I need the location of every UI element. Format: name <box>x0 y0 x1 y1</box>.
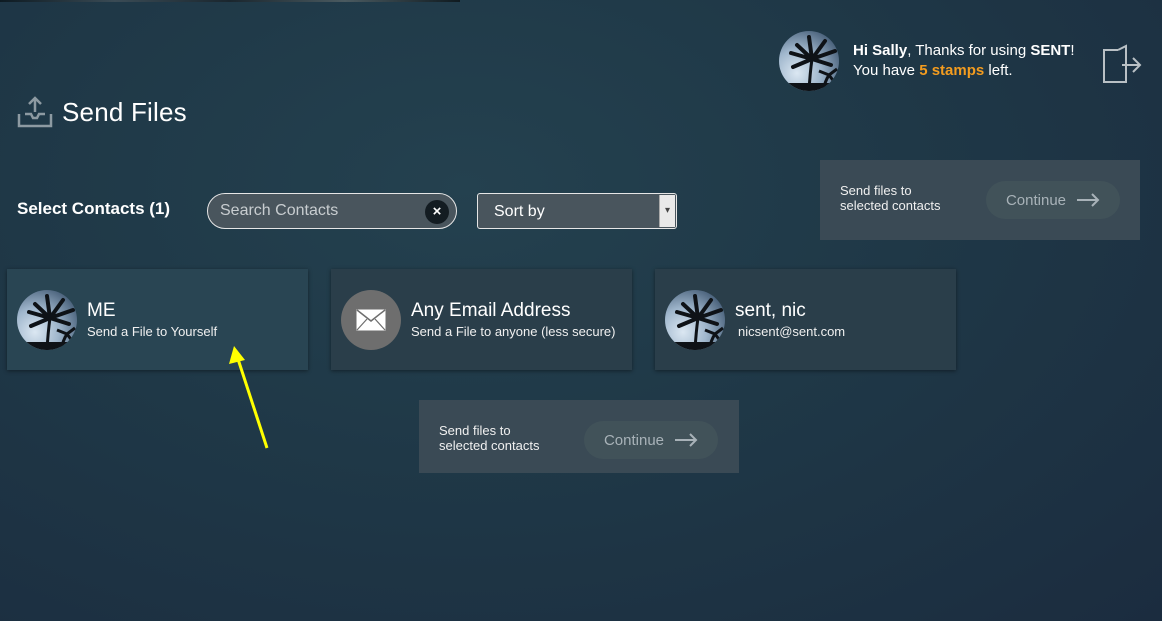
greeting-line-1: Hi Sally, Thanks for using SENT! <box>853 41 1075 61</box>
contact-subtitle: Send a File to Yourself <box>87 324 218 339</box>
greeting-text: Hi Sally, Thanks for using SENT! You hav… <box>853 41 1075 81</box>
continue-button[interactable]: Continue <box>584 421 718 459</box>
clear-search-icon[interactable]: × <box>425 200 449 224</box>
send-panel-line-2: selected contacts <box>840 198 941 213</box>
contact-card-nic[interactable]: sent, nic nicsent@sent.com <box>655 269 956 370</box>
annotation-arrow <box>229 346 269 449</box>
brand-name: SENT <box>1030 42 1071 59</box>
send-panel-line-2: selected contacts <box>439 438 540 453</box>
contact-info: ME Send a File to Yourself <box>87 300 217 339</box>
continue-label: Continue <box>603 431 665 449</box>
chevron-down-icon[interactable]: ▾ <box>659 195 675 227</box>
search-input[interactable] <box>220 194 420 228</box>
send-panel-text: Send files to selected contacts <box>439 423 539 453</box>
top-edge-strip <box>0 0 460 2</box>
sort-by-label: Sort by <box>494 203 545 220</box>
contact-info: Any Email Address Send a File to anyone … <box>411 300 616 339</box>
user-avatar[interactable] <box>779 31 839 91</box>
send-panel-top: Send files to selected contacts Continue <box>820 160 1140 240</box>
arrow-right-icon <box>675 433 698 447</box>
stamps-prefix: You have <box>853 62 920 79</box>
contact-avatar <box>17 289 77 350</box>
greeting-end: ! <box>1070 42 1075 59</box>
contact-name: ME <box>87 300 116 321</box>
search-contacts-field[interactable]: × <box>207 193 457 229</box>
envelope-icon <box>341 289 401 350</box>
greeting-name: Hi Sally <box>853 42 908 59</box>
stamps-suffix: left. <box>984 62 1013 79</box>
select-contacts-label: Select Contacts (1) <box>17 199 171 218</box>
arrow-right-icon <box>1077 193 1100 207</box>
contact-card-any-email[interactable]: Any Email Address Send a File to anyone … <box>331 269 632 370</box>
sort-by-select[interactable]: Sort by ▾ <box>477 193 677 229</box>
greeting-line-2: You have 5 stamps left. <box>853 61 1075 81</box>
contact-avatar <box>665 289 725 350</box>
logout-icon[interactable] <box>1102 44 1142 84</box>
contact-name: Any Email Address <box>411 300 571 321</box>
send-panel-line-1: Send files to <box>439 423 511 438</box>
contact-name: sent, nic <box>735 300 806 321</box>
upload-icon <box>17 96 53 128</box>
page-title: Send Files <box>62 96 187 127</box>
contact-subtitle: Send a File to anyone (less secure) <box>411 324 616 339</box>
greeting-rest: , Thanks for using <box>907 42 1031 59</box>
contact-info: sent, nic nicsent@sent.com <box>735 300 845 339</box>
contact-email: nicsent@sent.com <box>738 324 846 339</box>
continue-label: Continue <box>1005 191 1067 209</box>
page-header: Send Files <box>17 96 187 128</box>
send-panel-text: Send files to selected contacts <box>840 183 940 213</box>
user-greeting-block: Hi Sally, Thanks for using SENT! You hav… <box>779 31 1075 91</box>
send-panel-bottom: Send files to selected contacts Continue <box>419 400 739 473</box>
continue-button[interactable]: Continue <box>986 181 1120 219</box>
send-panel-line-1: Send files to <box>840 183 912 198</box>
stamps-count: 5 stamps <box>919 62 985 79</box>
